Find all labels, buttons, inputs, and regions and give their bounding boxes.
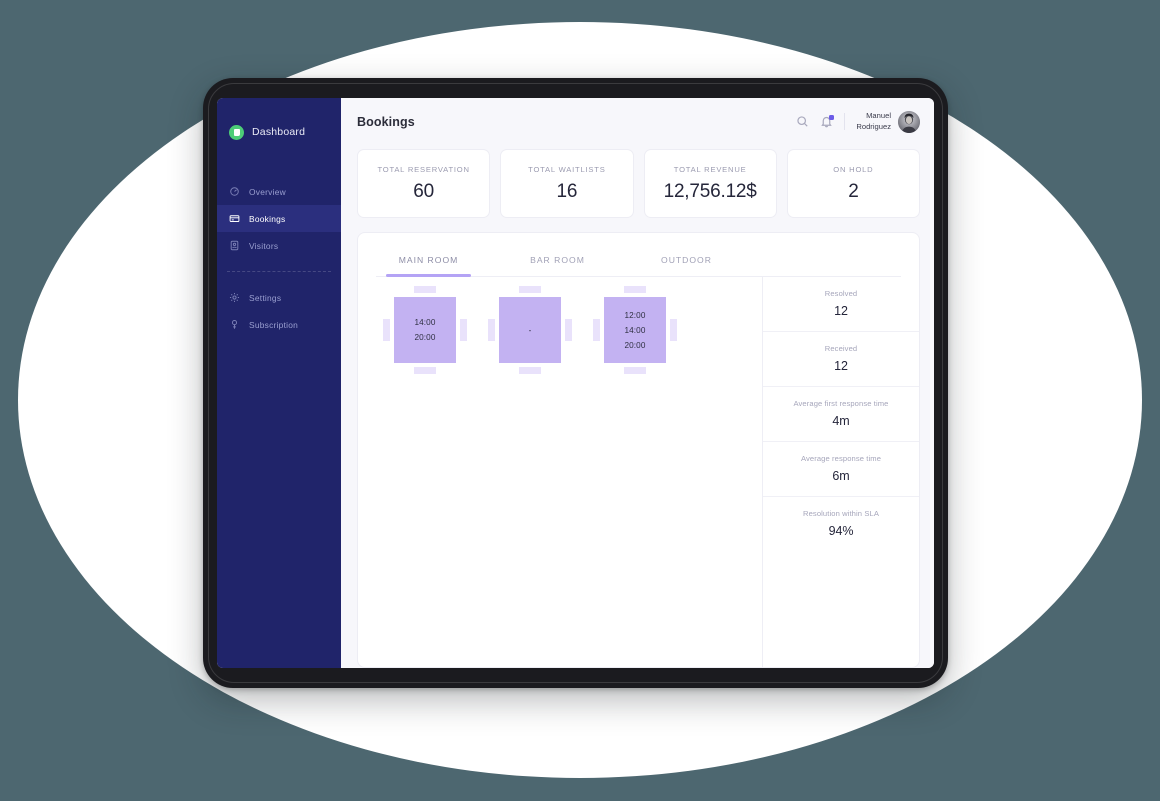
avatar[interactable] <box>898 110 920 133</box>
side-stat-avg-first-response-time: Average first response time 4m <box>763 387 919 442</box>
chair-bottom-icon <box>414 367 436 374</box>
stat-label: TOTAL WAITLISTS <box>528 164 606 174</box>
stat-card-total-reservation[interactable]: TOTAL RESERVATION 60 <box>357 149 491 218</box>
side-stats-panel: Resolved 12 Received 12 Average first re… <box>762 277 919 667</box>
side-stat-value: 94% <box>828 524 854 538</box>
side-stat-resolved: Resolved 12 <box>763 277 919 332</box>
chair-right-icon <box>460 319 467 341</box>
tab-bar-room[interactable]: BAR ROOM <box>493 233 622 276</box>
chair-top-icon <box>624 286 646 293</box>
table-surface[interactable]: 12:00 14:00 20:00 <box>604 297 666 363</box>
sidebar-item-overview[interactable]: Overview <box>217 178 341 205</box>
bookings-icon <box>229 213 240 224</box>
sidebar-divider <box>227 271 331 272</box>
brand[interactable]: Dashboard <box>217 112 341 148</box>
booking-slot: 14:00 <box>414 318 436 327</box>
user-menu[interactable]: Manuel Rodriguez <box>856 110 920 133</box>
room-panel: MAIN ROOM BAR ROOM OUTDOOR 14:00 20:00 -… <box>357 232 920 668</box>
brand-name: Dashboard <box>252 126 306 138</box>
table-3[interactable]: 12:00 14:00 20:00 <box>593 286 677 374</box>
sidebar-item-label: Settings <box>249 292 282 303</box>
sidebar-item-visitors[interactable]: Visitors <box>217 232 341 259</box>
stat-card-total-revenue[interactable]: TOTAL REVENUE 12,756.12$ <box>643 149 777 218</box>
booking-slot: 20:00 <box>414 333 436 342</box>
sidebar-item-label: Overview <box>249 186 286 197</box>
floor-plan: 14:00 20:00 - 12:00 14:00 20:00 <box>358 277 762 667</box>
stat-value: 12,756.12$ <box>663 180 757 202</box>
chair-right-icon <box>565 319 572 341</box>
tablet-device-frame: Dashboard Overview Bookings Visitors Set… <box>203 78 948 688</box>
sidebar-item-subscription[interactable]: Subscription <box>217 311 341 338</box>
side-stat-avg-response-time: Average response time 6m <box>763 442 919 497</box>
sidebar-item-bookings[interactable]: Bookings <box>217 205 341 232</box>
table-surface[interactable]: - <box>499 297 561 363</box>
side-stat-label: Average first response time <box>793 399 889 408</box>
sidebar: Dashboard Overview Bookings Visitors Set… <box>217 98 341 668</box>
booking-slot: 12:00 <box>624 310 646 320</box>
sidebar-nav: Overview Bookings Visitors Settings Subs… <box>217 178 341 338</box>
app-logo-icon <box>229 124 244 140</box>
tab-main-room[interactable]: MAIN ROOM <box>364 233 493 277</box>
sidebar-item-settings[interactable]: Settings <box>217 284 341 311</box>
side-stat-value: 12 <box>834 359 848 373</box>
chair-bottom-icon <box>624 367 646 374</box>
sidebar-item-label: Visitors <box>249 240 279 251</box>
tables-row: 14:00 20:00 - 12:00 14:00 20:00 <box>358 286 762 374</box>
chair-left-icon <box>383 319 390 341</box>
chair-top-icon <box>414 286 436 293</box>
sidebar-item-label: Subscription <box>249 319 299 330</box>
topbar: Bookings Manuel Rodriguez <box>341 98 934 145</box>
booking-slot: 14:00 <box>624 325 646 335</box>
stat-value: 16 <box>556 180 578 202</box>
stat-card-on-hold[interactable]: ON HOLD 2 <box>786 149 920 218</box>
stat-value: 60 <box>413 180 434 202</box>
side-stat-label: Resolution within SLA <box>803 509 879 518</box>
page-title: Bookings <box>357 114 415 129</box>
visitors-icon <box>229 240 240 251</box>
stat-label: TOTAL REVENUE <box>673 164 747 174</box>
stat-cards: TOTAL RESERVATION 60 TOTAL WAITLISTS 16 … <box>341 145 934 218</box>
user-name: Manuel Rodriguez <box>856 111 891 131</box>
overview-icon <box>229 186 240 197</box>
table-2[interactable]: - <box>488 286 572 374</box>
side-stat-label: Average response time <box>800 454 882 463</box>
stat-label: TOTAL RESERVATION <box>377 164 470 174</box>
side-stat-value: 6m <box>832 469 850 483</box>
side-stat-value: 4m <box>832 414 850 428</box>
tab-outdoor[interactable]: OUTDOOR <box>622 233 751 276</box>
booking-slot: 20:00 <box>624 340 646 350</box>
bell-icon[interactable] <box>820 115 835 128</box>
side-stat-label: Resolved <box>824 289 858 298</box>
search-icon[interactable] <box>796 115 809 128</box>
chair-top-icon <box>519 286 541 293</box>
chair-right-icon <box>670 319 677 341</box>
room-tabs: MAIN ROOM BAR ROOM OUTDOOR <box>358 233 919 277</box>
sidebar-item-label: Bookings <box>249 213 286 224</box>
topbar-actions: Manuel Rodriguez <box>796 110 920 133</box>
table-surface[interactable]: 14:00 20:00 <box>394 297 456 363</box>
stat-label: ON HOLD <box>833 164 874 174</box>
table-1[interactable]: 14:00 20:00 <box>383 286 467 374</box>
subscription-icon <box>229 319 240 330</box>
notification-badge <box>829 115 835 120</box>
chair-left-icon <box>593 319 600 341</box>
chair-bottom-icon <box>519 367 541 374</box>
panel-body: 14:00 20:00 - 12:00 14:00 20:00 Resolved… <box>358 277 919 667</box>
main-content: Bookings Manuel Rodriguez TOTAL RESERVAT… <box>341 98 934 668</box>
stat-value: 2 <box>848 180 859 202</box>
settings-gear-icon <box>229 292 240 303</box>
topbar-divider <box>844 113 846 130</box>
side-stat-label: Received <box>824 344 858 353</box>
side-stat-value: 12 <box>834 304 848 318</box>
chair-left-icon <box>488 319 495 341</box>
booking-slot: - <box>528 325 532 335</box>
side-stat-received: Received 12 <box>763 332 919 387</box>
side-stat-resolution-within-sla: Resolution within SLA 94% <box>763 497 919 551</box>
stat-card-total-waitlists[interactable]: TOTAL WAITLISTS 16 <box>500 149 634 218</box>
tablet-screen: Dashboard Overview Bookings Visitors Set… <box>217 98 934 668</box>
